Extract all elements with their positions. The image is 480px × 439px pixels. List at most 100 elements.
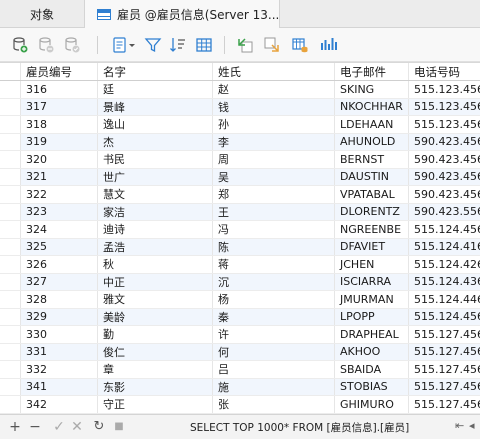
table-cell[interactable]: 施 (212, 378, 334, 395)
table-cell[interactable]: 张 (212, 396, 334, 413)
table-cell[interactable]: 世广 (97, 168, 212, 185)
table-cell[interactable]: 323 (20, 203, 97, 220)
table-cell[interactable]: DLORENTZ (334, 203, 408, 220)
row-gutter[interactable] (0, 81, 20, 98)
table-cell[interactable]: GHIMURO (334, 396, 408, 413)
table-cell[interactable]: 515.124.4569 (408, 221, 480, 238)
table-cell[interactable]: 590.423.4569 (408, 168, 480, 185)
table-cell[interactable]: 钱 (212, 98, 334, 115)
refresh-icon[interactable] (235, 35, 255, 55)
table-cell[interactable]: DAUSTIN (334, 168, 408, 185)
table-cell[interactable]: NGREENBE (334, 221, 408, 238)
table-cell[interactable]: 王 (212, 203, 334, 220)
table-cell[interactable]: 324 (20, 221, 97, 238)
table-cell[interactable]: 515.124.4469 (408, 291, 480, 308)
table-cell[interactable]: 321 (20, 168, 97, 185)
table-row[interactable]: 319杰李AHUNOLD590.423.4567 (0, 133, 480, 151)
table-cell[interactable]: 317 (20, 98, 97, 115)
row-gutter[interactable] (0, 221, 20, 238)
table-cell[interactable]: 515.123.4568 (408, 98, 480, 115)
table-row[interactable]: 320书民周BERNST590.423.4568 (0, 151, 480, 169)
table-cell[interactable]: STOBIAS (334, 378, 408, 395)
table-row[interactable]: 330勤许DRAPHEAL515.127.4561 (0, 326, 480, 344)
table-cell[interactable]: 515.123.4567 (408, 81, 480, 98)
row-gutter[interactable] (0, 186, 20, 203)
table-cell[interactable]: 515.127.4563 (408, 361, 480, 378)
table-cell[interactable]: 590.423.5567 (408, 203, 480, 220)
row-gutter[interactable] (0, 203, 20, 220)
add-record-icon[interactable] (10, 35, 30, 55)
table-cell[interactable]: 515.124.4369 (408, 273, 480, 290)
table-cell[interactable]: 秦 (212, 308, 334, 325)
table-row[interactable]: 329美龄秦LPOPP515.124.4567 (0, 308, 480, 326)
table-cell[interactable]: 蒋 (212, 256, 334, 273)
table-cell[interactable]: 何 (212, 343, 334, 360)
table-cell[interactable]: 书民 (97, 151, 212, 168)
table-cell[interactable]: 331 (20, 343, 97, 360)
table-cell[interactable]: 沉 (212, 273, 334, 290)
row-gutter[interactable] (0, 378, 20, 395)
table-cell[interactable]: 陈 (212, 238, 334, 255)
table-row[interactable]: 332章吕SBAIDA515.127.4563 (0, 361, 480, 379)
text-view-icon[interactable] (110, 35, 138, 55)
table-row[interactable]: 342守正张GHIMURO515.127.4565 (0, 396, 480, 414)
sort-icon[interactable] (168, 35, 188, 55)
row-gutter[interactable] (0, 168, 20, 185)
delete-record-icon[interactable] (36, 35, 56, 55)
table-row[interactable]: 328雅文杨JMURMAN515.124.4469 (0, 291, 480, 309)
table-cell[interactable]: 吴 (212, 168, 334, 185)
table-row[interactable]: 324迪诗冯NGREENBE515.124.4569 (0, 221, 480, 239)
table-cell[interactable]: 326 (20, 256, 97, 273)
column-header[interactable]: 雇员编号 (20, 63, 97, 80)
table-cell[interactable]: 515.124.4169 (408, 238, 480, 255)
column-header[interactable]: 姓氏 (212, 63, 334, 80)
table-cell[interactable]: 冯 (212, 221, 334, 238)
row-gutter[interactable] (0, 273, 20, 290)
table-row[interactable]: 321世广吴DAUSTIN590.423.4569 (0, 168, 480, 186)
table-cell[interactable]: 雅文 (97, 291, 212, 308)
table-cell[interactable]: 316 (20, 81, 97, 98)
table-cell[interactable]: 赵 (212, 81, 334, 98)
table-cell[interactable]: 李 (212, 133, 334, 150)
table-cell[interactable]: NKOCHHAR (334, 98, 408, 115)
table-cell[interactable]: 320 (20, 151, 97, 168)
table-cell[interactable]: AHUNOLD (334, 133, 408, 150)
table-cell[interactable]: LPOPP (334, 308, 408, 325)
row-gutter[interactable] (0, 326, 20, 343)
apply-check-icon[interactable]: ✓ (52, 418, 66, 436)
apply-icon[interactable] (62, 35, 82, 55)
prev-page-icon[interactable]: ◂ (469, 419, 475, 432)
row-gutter[interactable] (0, 361, 20, 378)
table-cell[interactable]: 杰 (97, 133, 212, 150)
table-row[interactable]: 317景峰钱NKOCHHAR515.123.4568 (0, 98, 480, 116)
table-cell[interactable]: LDEHAAN (334, 116, 408, 133)
table-row[interactable]: 322慧文郑VPATABAL590.423.4560 (0, 186, 480, 204)
table-cell[interactable]: 515.124.4567 (408, 308, 480, 325)
table-cell[interactable]: 郑 (212, 186, 334, 203)
table-row[interactable]: 316廷赵SKING515.123.4567 (0, 81, 480, 99)
first-page-icon[interactable]: ⇤ (455, 419, 464, 432)
row-gutter[interactable] (0, 256, 20, 273)
table-cell[interactable]: JMURMAN (334, 291, 408, 308)
table-cell[interactable]: 342 (20, 396, 97, 413)
table-cell[interactable]: 孟浩 (97, 238, 212, 255)
table-cell[interactable]: ISCIARRA (334, 273, 408, 290)
stop-icon[interactable]: ■ (112, 418, 126, 436)
tab-employee-table[interactable]: 雇员 @雇员信息(Server 13... (84, 0, 280, 29)
table-cell[interactable]: 590.423.4567 (408, 133, 480, 150)
table-cell[interactable]: JCHEN (334, 256, 408, 273)
table-cell[interactable]: 廷 (97, 81, 212, 98)
cancel-icon[interactable]: ✕ (70, 418, 84, 436)
stop-icon[interactable] (262, 35, 282, 55)
table-cell[interactable]: 秋 (97, 256, 212, 273)
table-cell[interactable]: DRAPHEAL (334, 326, 408, 343)
table-cell[interactable]: 孙 (212, 116, 334, 133)
table-cell[interactable]: 330 (20, 326, 97, 343)
table-row[interactable]: 318逸山孙LDEHAAN515.123.4569 (0, 116, 480, 134)
chart-icon[interactable] (318, 35, 338, 55)
table-cell[interactable]: 周 (212, 151, 334, 168)
table-cell[interactable]: 杨 (212, 291, 334, 308)
table-cell[interactable]: 319 (20, 133, 97, 150)
table-cell[interactable]: DFAVIET (334, 238, 408, 255)
table-row[interactable]: 331俊仁何AKHOO515.127.4562 (0, 343, 480, 361)
